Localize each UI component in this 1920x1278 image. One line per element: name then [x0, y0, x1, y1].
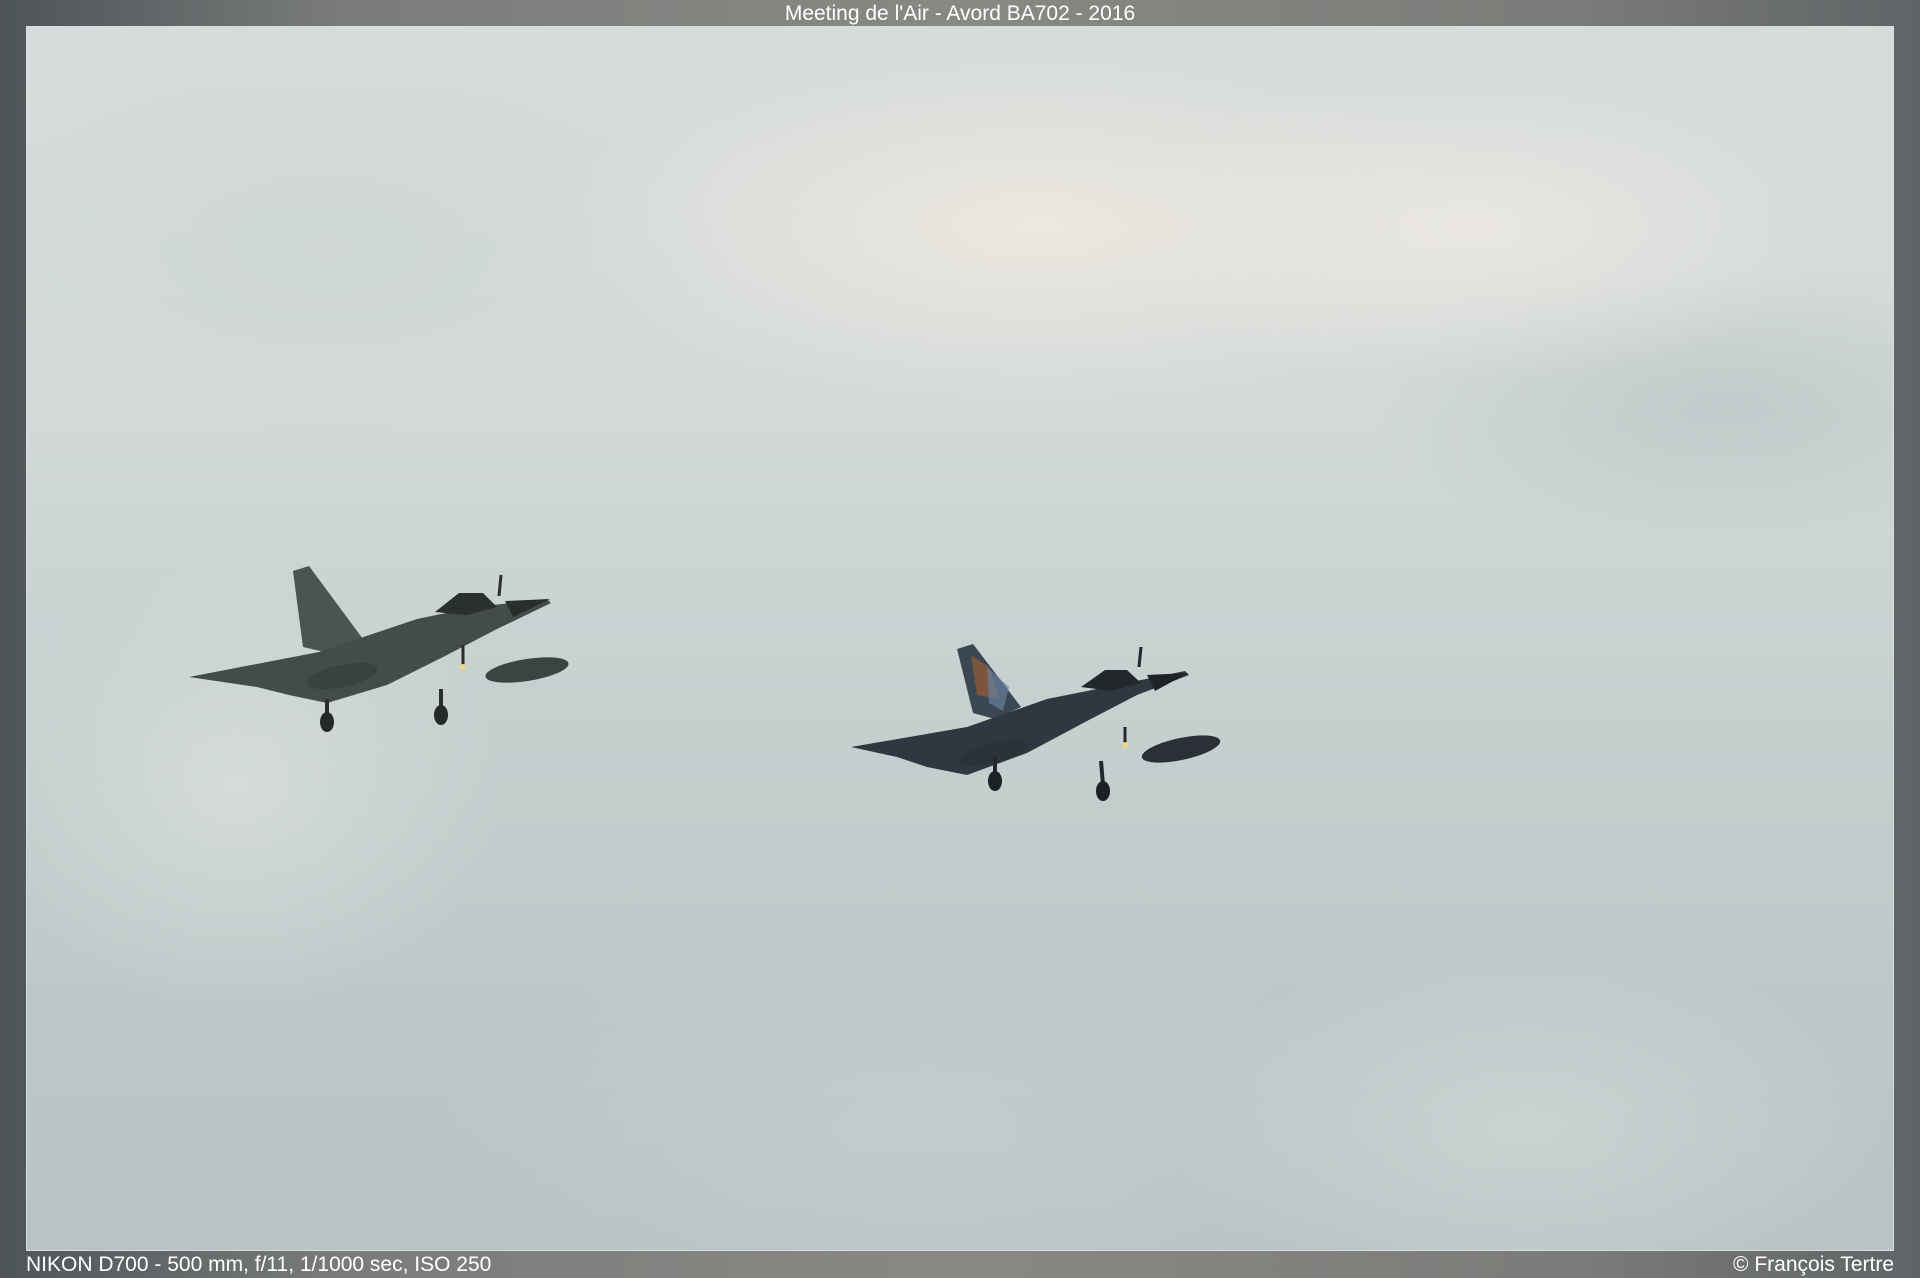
exif-caption: NIKON D700 - 500 mm, f/11, 1/1000 sec, I…	[26, 1253, 492, 1276]
photo-frame: Meeting de l'Air - Avord BA702 - 2016 NI…	[0, 0, 1920, 1278]
sky-scene	[189, 566, 1221, 801]
jet-left	[189, 566, 569, 732]
photo-title: Meeting de l'Air - Avord BA702 - 2016	[784, 2, 1136, 25]
photo	[26, 26, 1894, 1251]
jet-right	[851, 644, 1221, 801]
copyright-caption: © François Tertre	[1733, 1253, 1894, 1276]
